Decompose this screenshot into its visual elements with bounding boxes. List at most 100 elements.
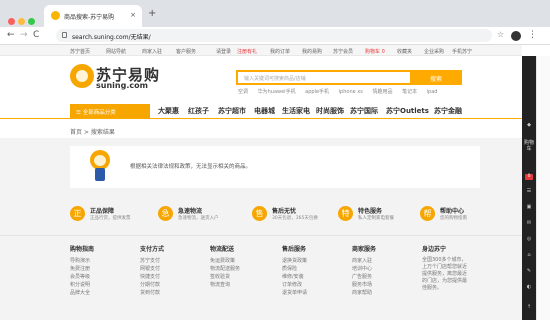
footer-link[interactable]: 分期付款 xyxy=(140,281,210,289)
member-link[interactable]: 苏宁会员 xyxy=(333,48,353,55)
footer-link[interactable]: 广告服务 xyxy=(352,273,422,281)
nav-item[interactable]: 时尚服饰 xyxy=(316,106,344,116)
service-icon[interactable]: ◎ xyxy=(524,236,534,242)
my-account-link[interactable]: 我的易购 xyxy=(302,48,322,55)
footer-heading: 身边苏宁 xyxy=(422,246,447,253)
address-bar[interactable]: search.suning.com/无结果/ xyxy=(56,29,492,42)
service-item[interactable]: 帮 帮助中心 您的购物指南 xyxy=(420,206,510,230)
maximize-window-button[interactable] xyxy=(28,18,35,25)
footer-link[interactable]: 快捷支付 xyxy=(140,273,210,281)
footer-link[interactable]: 免费注册 xyxy=(70,265,140,273)
footer-link[interactable]: 苏宁支付 xyxy=(140,257,210,265)
service-desc: 急速物流，送货入户 xyxy=(178,216,219,221)
browser-menu-icon[interactable]: ⋮ xyxy=(528,30,537,40)
minimize-window-button[interactable] xyxy=(18,18,25,25)
enterprise-link[interactable]: 企业采购 xyxy=(424,48,444,55)
nav-item[interactable]: 生活家电 xyxy=(282,106,310,116)
all-categories-button[interactable]: ☰ 全部商品分类 xyxy=(70,104,150,118)
footer-link[interactable]: 免运费政策 xyxy=(210,257,280,265)
nav-item[interactable]: 大聚惠 xyxy=(158,106,179,116)
bookmark-star-icon[interactable]: ☆ xyxy=(497,30,504,39)
footer-link[interactable]: 品牌大全 xyxy=(70,289,140,297)
footer-link[interactable]: 导购演示 xyxy=(70,257,140,265)
footer-link[interactable]: 订单修改 xyxy=(282,281,352,289)
my-orders-link[interactable]: 我的订单 xyxy=(270,48,290,55)
login-link[interactable]: 请登录 xyxy=(216,48,231,55)
store-icon[interactable]: ⌂ xyxy=(524,252,534,258)
message-icon[interactable]: ✉ xyxy=(524,220,534,226)
service-item[interactable]: 特 特色服务 私人定制家电套餐 xyxy=(338,206,428,230)
new-tab-button[interactable]: + xyxy=(148,8,156,19)
nav-item[interactable]: 苏宁金融 xyxy=(434,106,462,116)
customer-service-link[interactable]: 客户服务 xyxy=(176,48,196,55)
service-desc: 30天包退，365天包换 xyxy=(272,216,318,221)
nav-item[interactable]: 苏宁Outlets xyxy=(386,106,429,116)
footer-link[interactable]: 网银支付 xyxy=(140,265,210,273)
all-categories-label: 全部商品分类 xyxy=(82,110,116,116)
list-icon[interactable]: ☰ xyxy=(524,188,534,194)
lion-logo-icon xyxy=(70,64,94,88)
footer-link[interactable]: 质保险 xyxy=(282,265,352,273)
tab-strip: 商品搜索-苏宁易购 × + xyxy=(0,0,550,27)
toolbar: ← → C search.suning.com/无结果/ ☆ ⋮ xyxy=(0,27,550,45)
footer-link[interactable]: 退货单申请 xyxy=(282,289,352,297)
browser-window: 商品搜索-苏宁易购 × + ← → C search.suning.com/无结… xyxy=(0,0,550,320)
footer-link[interactable]: 退换货政策 xyxy=(282,257,352,265)
service-item[interactable]: 正 正品保障 正品行货，提供发票 xyxy=(70,206,160,230)
footer-link[interactable]: 商家帮助 xyxy=(352,289,422,297)
search-input[interactable]: 输入关键词可搜索商品/店铺 xyxy=(244,75,306,82)
special-service-icon: 特 xyxy=(338,206,353,221)
site-nav-link[interactable]: 网站导航 xyxy=(106,48,126,55)
forward-arrow-icon[interactable]: → xyxy=(20,30,28,40)
close-tab-icon[interactable]: × xyxy=(130,11,136,19)
service-item[interactable]: 急 急速物流 急速物流，送货入户 xyxy=(158,206,248,230)
footer-link[interactable]: 物流配送服务 xyxy=(210,265,280,273)
tab-title: 商品搜索-苏宁易购 xyxy=(64,14,115,21)
hot-keyword[interactable]: apple手机 xyxy=(305,89,329,95)
footer-link[interactable]: 会员等级 xyxy=(70,273,140,281)
footer-link[interactable]: 签收验货 xyxy=(210,273,280,281)
feedback-icon[interactable]: ✎ xyxy=(524,268,534,274)
url-text: search.suning.com/无结果/ xyxy=(72,34,151,41)
mobile-link[interactable]: 手机苏宁 xyxy=(452,48,472,55)
footer-link[interactable]: 培训中心 xyxy=(352,265,422,273)
back-arrow-icon[interactable]: ← xyxy=(7,30,15,40)
register-link[interactable]: 注册有礼 xyxy=(237,48,257,55)
top-cart-link[interactable]: 购物车 0 xyxy=(365,48,385,55)
logo-domain: suning.com xyxy=(96,81,148,90)
footer-link[interactable]: 服务市场 xyxy=(352,281,422,289)
history-icon[interactable]: ◐ xyxy=(524,284,534,290)
profile-avatar[interactable] xyxy=(511,31,521,41)
footer-link[interactable]: 维修/安装 xyxy=(282,273,352,281)
hot-keyword[interactable]: 情趣用品 xyxy=(372,89,392,95)
footer-column: 物流配送 免运费政策 物流配送服务 签收验货 物流查询 xyxy=(210,244,280,289)
nav-item[interactable]: 苏宁超市 xyxy=(218,106,246,116)
home-link[interactable]: 苏宁首页 xyxy=(70,48,90,55)
coupon-icon[interactable]: ▣ xyxy=(524,204,534,210)
scrollbar[interactable] xyxy=(536,56,550,320)
footer-link[interactable]: 货到付款 xyxy=(140,289,210,297)
nav-item[interactable]: 苏宁国际 xyxy=(350,106,378,116)
suning-logo[interactable]: 苏宁易购 suning.com xyxy=(70,64,180,96)
service-item[interactable]: 售 售后无忧 30天包退，365天包换 xyxy=(252,206,342,230)
hot-keyword[interactable]: 华为huawei手机 xyxy=(258,89,296,95)
merchant-link[interactable]: 商家入驻 xyxy=(142,48,162,55)
hot-keyword[interactable]: ipad xyxy=(427,89,438,95)
footer-link[interactable]: 物流查询 xyxy=(210,281,280,289)
hot-keyword[interactable]: iphone xs xyxy=(339,89,363,95)
nav-item[interactable]: 电器城 xyxy=(254,106,275,116)
footer-link[interactable]: 商家入驻 xyxy=(352,257,422,265)
search-button[interactable]: 搜索 xyxy=(410,70,462,85)
back-to-top-icon[interactable]: ↑ xyxy=(524,304,534,310)
service-title: 售后无忧 xyxy=(272,208,297,215)
nav-item[interactable]: 红孩子 xyxy=(188,106,209,116)
close-window-button[interactable] xyxy=(8,18,15,25)
tab-active[interactable]: 商品搜索-苏宁易购 × xyxy=(44,5,142,27)
footer-link[interactable]: 积分说明 xyxy=(70,281,140,289)
reload-icon[interactable]: C xyxy=(33,30,39,40)
user-icon[interactable]: ◆ xyxy=(524,122,534,128)
bookmark-link[interactable]: 收藏夹 xyxy=(397,48,412,55)
hot-keyword[interactable]: 空调 xyxy=(238,89,248,95)
hot-keyword[interactable]: 笔记本 xyxy=(402,89,417,95)
sidebar-cart-label[interactable]: 购物车 xyxy=(523,140,535,152)
